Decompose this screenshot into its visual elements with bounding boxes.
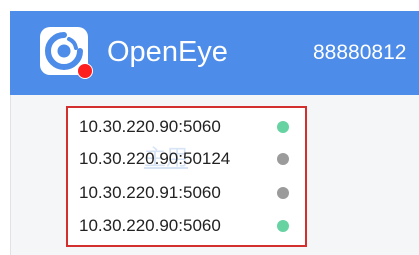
status-indicator-offline xyxy=(277,153,289,165)
server-address: 10.30.220.91:5060 xyxy=(79,183,221,202)
status-indicator-online xyxy=(277,121,289,133)
server-item[interactable]: 10.30.220.90:50124 xyxy=(79,146,299,172)
status-indicator-offline xyxy=(277,187,289,199)
server-address: 10.30.220.90:5060 xyxy=(79,216,221,235)
server-item[interactable]: 10.30.220.91:5060 xyxy=(79,180,299,206)
server-address: 10.30.220.90:50124 xyxy=(79,149,231,168)
server-address: 10.30.220.90:5060 xyxy=(79,117,221,136)
server-item[interactable]: 10.30.220.90:5060 xyxy=(79,213,299,239)
status-indicator-online xyxy=(277,220,289,232)
notification-dot xyxy=(77,63,93,79)
app-name: OpenEye xyxy=(107,36,228,68)
server-item[interactable]: 10.30.220.90:5060 xyxy=(79,114,299,140)
account-id[interactable]: 88880812 xyxy=(313,41,406,65)
